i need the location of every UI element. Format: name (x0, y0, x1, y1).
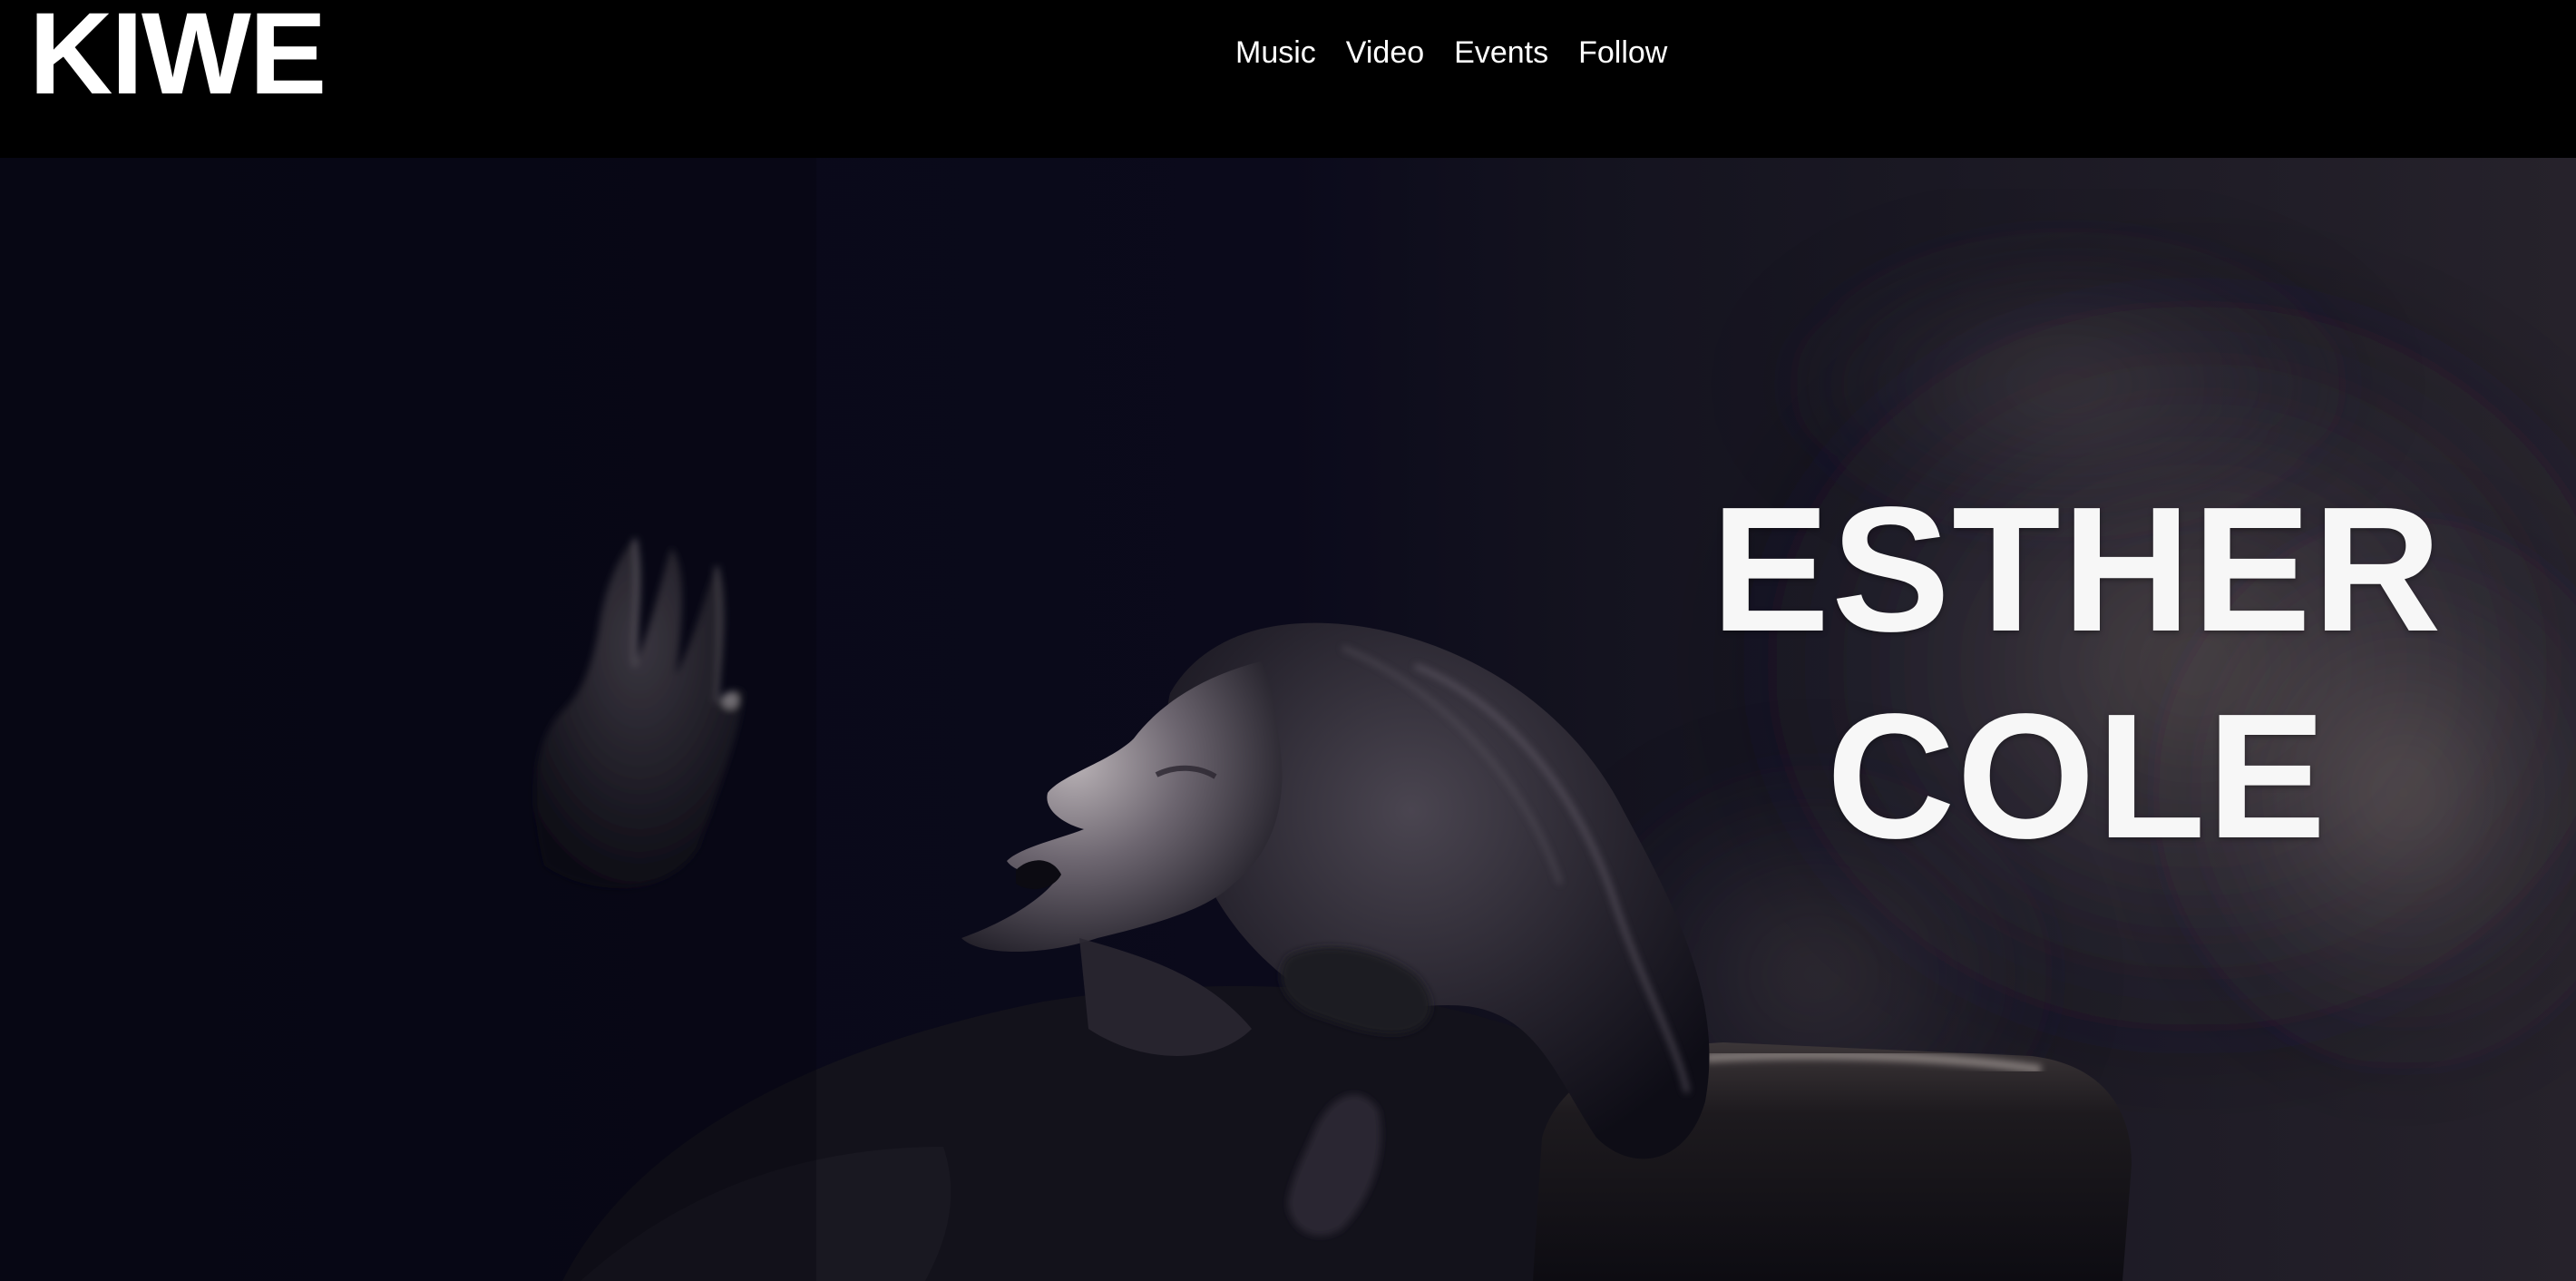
page: KIWE Music Video Events Follow ESTHER CO… (0, 0, 2576, 1281)
hero-section: ESTHER COLE (0, 158, 2576, 1281)
nav-link-events[interactable]: Events (1454, 33, 1548, 73)
hero-title: ESTHER COLE (1605, 466, 2549, 880)
nav-link-music[interactable]: Music (1235, 33, 1316, 73)
site-logo[interactable]: KIWE (29, 0, 327, 112)
site-header: KIWE Music Video Events Follow (0, 0, 2576, 158)
nav-link-follow[interactable]: Follow (1578, 33, 1667, 73)
main-nav: Music Video Events Follow (1235, 33, 1667, 73)
nav-link-video[interactable]: Video (1346, 33, 1424, 73)
hero-title-line-2: COLE (1826, 677, 2328, 875)
hero-title-line-1: ESTHER (1711, 470, 2444, 669)
